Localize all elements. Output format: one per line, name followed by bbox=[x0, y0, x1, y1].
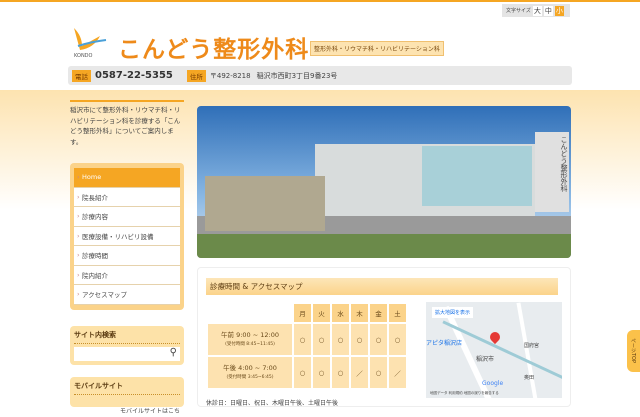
day-tue: 火 bbox=[313, 304, 330, 322]
afternoon-time: 午後 4:00 ~ 7:00 bbox=[223, 363, 277, 372]
map-store-label: アピタ稲沢店 bbox=[426, 340, 463, 347]
cell: ○ bbox=[389, 324, 406, 355]
postal-code: 〒492-8218 bbox=[209, 71, 251, 80]
afternoon-reception: (受付時間 3:45~6:45) bbox=[226, 374, 274, 380]
nav-access[interactable]: アクセスマップ bbox=[74, 285, 180, 305]
map-footer[interactable]: 地図データ 利用規約 地図の誤りを報告する bbox=[430, 391, 499, 396]
font-size-small[interactable]: 小 bbox=[554, 5, 564, 16]
address: 稲沢市西町3丁目9番23号 bbox=[256, 71, 338, 80]
cell: ／ bbox=[351, 357, 368, 388]
morning-reception: (受付時間 8:45~11:45) bbox=[225, 341, 275, 347]
cell: ○ bbox=[313, 357, 330, 388]
map-place2: 奥田 bbox=[524, 375, 535, 381]
logo-leaf-icon: KONDO bbox=[74, 28, 107, 59]
tel-label: 電話 bbox=[72, 69, 91, 82]
cell: ○ bbox=[294, 324, 311, 355]
closed-days: 休診日：日曜日、祝日、木曜日午後、土曜日午後 bbox=[206, 400, 339, 407]
cell: ○ bbox=[370, 357, 387, 388]
google-map[interactable]: 拡大地図を表示 アピタ稲沢店 稲沢市 国府宮 奥田 Google 地図データ 利… bbox=[426, 302, 562, 398]
day-mon: 月 bbox=[294, 304, 311, 322]
search-input[interactable]: ⚲ bbox=[74, 347, 180, 361]
mobile-title: モバイルサイト bbox=[74, 381, 180, 395]
top-accent-line bbox=[0, 0, 640, 2]
day-sat: 土 bbox=[389, 304, 406, 322]
font-size-medium[interactable]: 中 bbox=[543, 5, 553, 16]
hours-table: 月火水木金土 午前 9:00 ~ 12:00 (受付時間 8:45~11:45) … bbox=[206, 302, 408, 390]
nav-hours[interactable]: 診療時間 bbox=[74, 246, 180, 266]
page-top-button[interactable]: ページTOP bbox=[627, 330, 640, 372]
nav-services[interactable]: 診療内容 bbox=[74, 207, 180, 227]
day-wed: 水 bbox=[332, 304, 349, 322]
day-fri: 金 bbox=[370, 304, 387, 322]
map-place1: 国府宮 bbox=[524, 343, 540, 349]
cell: ○ bbox=[351, 324, 368, 355]
font-size-large[interactable]: 大 bbox=[532, 5, 542, 16]
access-section: 診療時間 & アクセスマップ 月火水木金土 午前 9:00 ~ 12:00 (受付… bbox=[197, 267, 571, 407]
access-title: 診療時間 & アクセスマップ bbox=[206, 278, 558, 295]
tagline: 整形外科・リウマチ科・リハビリテーション科 bbox=[310, 41, 444, 56]
logo[interactable]: KONDO bbox=[72, 24, 108, 59]
nav-director[interactable]: 院長紹介 bbox=[74, 187, 180, 207]
font-size-switcher: 文字サイズ 大 中 小 bbox=[502, 4, 570, 17]
font-size-label: 文字サイズ bbox=[506, 8, 531, 14]
google-logo: Google bbox=[482, 380, 504, 387]
table-row: 午前 9:00 ~ 12:00 (受付時間 8:45~11:45) ○ ○ ○ ○ ○ ○ bbox=[208, 324, 406, 355]
cell: ○ bbox=[294, 357, 311, 388]
cell: ○ bbox=[332, 357, 349, 388]
sidebar-intro: 稲沢市にて整形外科・リウマチ科・リハビリテーション科を診療する「こんどう整形外科… bbox=[70, 100, 184, 147]
sidebar-nav: Home 院長紹介 診療内容 医療設備・リハビリ設備 診療時間 院内紹介 アクセ… bbox=[70, 163, 184, 310]
mobile-text[interactable]: モバイルサイトはこち bbox=[120, 408, 180, 415]
cell: ／ bbox=[389, 357, 406, 388]
map-city-label: 稲沢市 bbox=[476, 356, 495, 363]
site-title[interactable]: こんどう整形外科 bbox=[118, 30, 309, 64]
morning-time: 午前 9:00 ~ 12:00 bbox=[221, 330, 279, 339]
clinic-sign: こんどう整形外科 bbox=[535, 132, 569, 212]
svg-text:KONDO: KONDO bbox=[74, 53, 93, 58]
cell: ○ bbox=[313, 324, 330, 355]
search-title: サイト内検索 bbox=[74, 330, 180, 344]
day-thu: 木 bbox=[351, 304, 368, 322]
nav-equipment[interactable]: 医療設備・リハビリ設備 bbox=[74, 226, 180, 246]
map-enlarge-link[interactable]: 拡大地図を表示 bbox=[432, 307, 474, 318]
nav-facility[interactable]: 院内紹介 bbox=[74, 265, 180, 285]
tel-number: 0587-22-5355 bbox=[95, 70, 173, 81]
table-row: 午後 4:00 ~ 7:00 (受付時間 3:45~6:45) ○ ○ ○ ／ ○ ／ bbox=[208, 357, 406, 388]
site-search-box: サイト内検索 ⚲ bbox=[70, 326, 184, 365]
cell: ○ bbox=[370, 324, 387, 355]
address-label: 住所 bbox=[186, 69, 206, 82]
cell: ○ bbox=[332, 324, 349, 355]
mobile-site-box: モバイルサイト モバイルサイトはこち bbox=[70, 377, 184, 415]
contact-bar: 電話 0587-22-5355 住所 〒492-8218 稲沢市西町3丁目9番2… bbox=[68, 66, 572, 85]
clinic-photo: こんどう整形外科 bbox=[197, 106, 571, 258]
nav-home[interactable]: Home bbox=[74, 168, 180, 188]
search-icon[interactable]: ⚲ bbox=[170, 347, 177, 358]
